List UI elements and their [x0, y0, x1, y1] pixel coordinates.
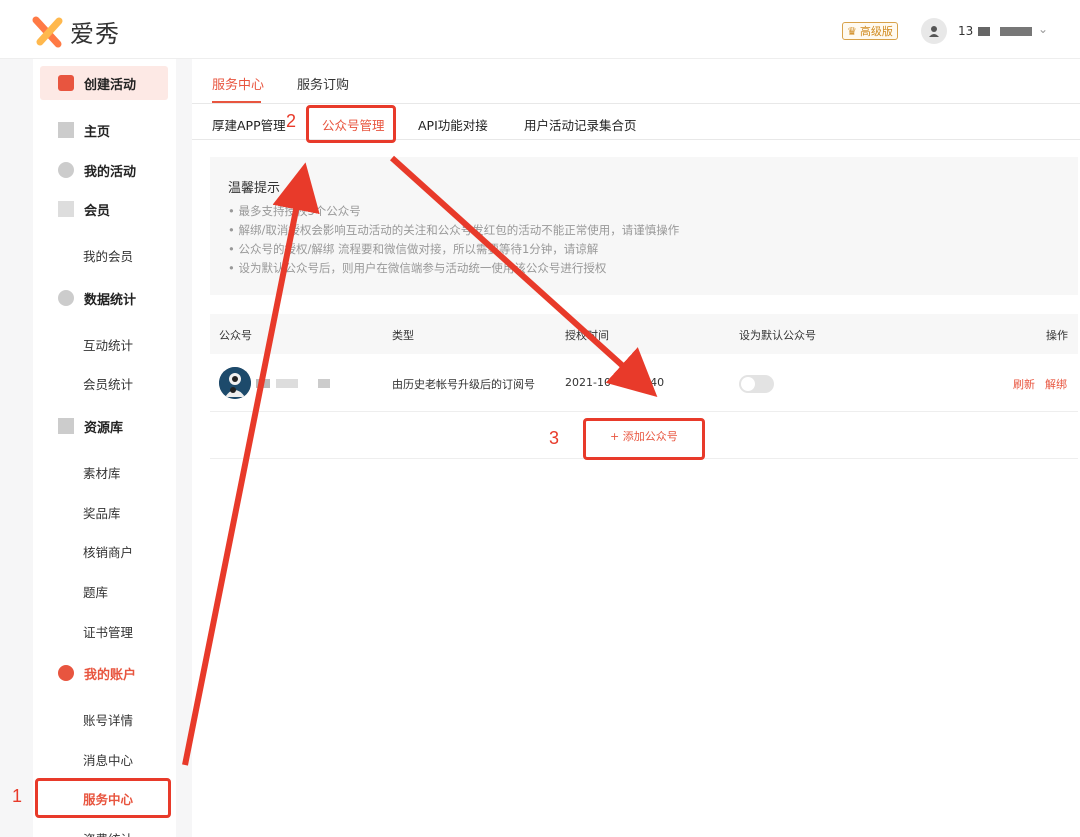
tip-panel: 温馨提示 • 最多支持授权5个公众号 • 解绑/取消授权会影响互动活动的关注和公… — [210, 157, 1078, 295]
sidebar-item-my-members[interactable]: 我的会员 — [83, 246, 133, 265]
toggle-knob — [741, 377, 755, 391]
logo-text: 爱秀 — [70, 20, 120, 48]
col-type: 类型 — [392, 329, 414, 342]
tip-line: • 解绑/取消授权会影响互动活动的关注和公众号发红包的活动不能正常使用，请谨慎操… — [228, 223, 680, 237]
col-default: 设为默认公众号 — [739, 329, 816, 342]
tab-api[interactable]: API功能对接 — [418, 115, 488, 134]
table-header: 公众号 类型 授权时间 设为默认公众号 操作 — [210, 314, 1078, 354]
crown-icon: ♛ — [847, 24, 857, 38]
tab-service-order[interactable]: 服务订购 — [297, 74, 349, 93]
tab-service-center[interactable]: 服务中心 — [212, 74, 264, 93]
annotation-number: 2 — [286, 111, 297, 131]
sidebar-item-interaction-stats[interactable]: 互动统计 — [83, 335, 133, 354]
redaction-mask — [1000, 27, 1032, 36]
sidebar-item-account-details[interactable]: 账号详情 — [83, 710, 133, 729]
sidebar-item-resources[interactable]: 资源库 — [40, 409, 168, 443]
sidebar-item-label: 我的账户 — [84, 667, 137, 683]
redaction-mask — [318, 379, 330, 388]
annotation-box-1 — [35, 778, 171, 818]
default-account-toggle[interactable] — [739, 375, 774, 393]
member-icon — [58, 201, 74, 217]
sidebar-item-home[interactable]: 主页 — [40, 113, 168, 147]
auth-time: 2021-10-08 11:40 — [565, 376, 665, 389]
col-account: 公众号 — [219, 329, 252, 342]
sidebar-item-messages[interactable]: 消息中心 — [83, 750, 133, 769]
sidebar-item-label: 会员 — [84, 203, 111, 219]
sidebar-item-my-activity[interactable]: 我的活动 — [40, 153, 168, 187]
sidebar-item-label: 数据统计 — [84, 292, 137, 308]
user-avatar-icon[interactable] — [921, 18, 947, 44]
chevron-down-icon[interactable]: ⌄ — [1038, 22, 1048, 36]
sidebar-item-certificates[interactable]: 证书管理 — [83, 622, 133, 641]
create-icon — [58, 75, 74, 91]
col-actions: 操作 — [1046, 329, 1068, 342]
sidebar: 创建活动 主页 我的活动 会员 我的会员 数据统计 互动统计 会员统计 资源库 … — [33, 59, 176, 837]
sidebar-item-prizes[interactable]: 奖品库 — [83, 503, 121, 522]
top-header: 爱秀 ♛ 高级版 13 ⌄ — [0, 0, 1080, 59]
pie-chart-icon — [58, 290, 74, 306]
redaction-mask — [256, 379, 270, 388]
annotation-number: 3 — [549, 428, 560, 448]
account-type: 由历史老帐号升级后的订阅号 — [392, 378, 535, 391]
col-time: 授权时间 — [565, 329, 609, 342]
premium-badge[interactable]: ♛ 高级版 — [842, 22, 898, 40]
building-icon — [58, 122, 74, 138]
redaction-mask — [978, 27, 990, 36]
sidebar-item-label: 主页 — [84, 124, 111, 140]
sidebar-item-my-account[interactable]: 我的账户 — [40, 656, 168, 690]
redaction-mask — [276, 379, 298, 388]
account-icon — [58, 665, 74, 681]
annotation-number: 1 — [12, 786, 23, 806]
tip-line: • 设为默认公众号后，则用户在微信端参与活动统一使用该公众号进行授权 — [228, 261, 607, 275]
sidebar-item-questions[interactable]: 题库 — [83, 582, 108, 601]
logo[interactable]: 爱秀 — [32, 14, 120, 49]
sidebar-item-materials[interactable]: 素材库 — [83, 463, 121, 482]
tip-line: • 最多支持授权5个公众号 — [228, 204, 361, 218]
annotation-box-3 — [583, 418, 705, 460]
unbind-link[interactable]: 解绑 — [1045, 376, 1067, 392]
activity-icon — [58, 162, 74, 178]
tab-user-records[interactable]: 用户活动记录集合页 — [524, 115, 637, 134]
sidebar-item-merchants[interactable]: 核销商户 — [83, 542, 133, 561]
sidebar-item-billing[interactable]: 资费统计 — [83, 829, 133, 837]
sidebar-item-label: 资源库 — [84, 420, 124, 436]
table-row: 由历史老帐号升级后的订阅号 2021-10-08 11:40 刷新 解绑 — [210, 354, 1078, 412]
logo-x-icon — [32, 16, 64, 48]
create-activity-button[interactable]: 创建活动 — [40, 66, 168, 100]
user-name[interactable]: 13 — [958, 24, 973, 38]
tip-title: 温馨提示 — [228, 181, 281, 196]
top-tabs: 服务中心 服务订购 — [192, 59, 1080, 104]
sidebar-item-statistics[interactable]: 数据统计 — [40, 281, 168, 315]
tip-line: • 公众号的授权/解绑 流程要和微信做对接，所以需要等待1分钟，请谅解 — [228, 242, 599, 256]
tab-app-management[interactable]: 厚建APP管理 — [212, 115, 286, 134]
sidebar-item-member-stats[interactable]: 会员统计 — [83, 374, 133, 393]
library-icon — [58, 418, 74, 434]
account-avatar — [219, 367, 251, 399]
sidebar-item-label: 创建活动 — [84, 77, 137, 93]
refresh-link[interactable]: 刷新 — [1013, 376, 1035, 392]
annotation-box-2 — [306, 105, 396, 143]
sidebar-item-label: 我的活动 — [84, 164, 137, 180]
sidebar-item-member[interactable]: 会员 — [40, 192, 168, 226]
badge-label: 高级版 — [859, 25, 893, 38]
active-tab-indicator — [212, 101, 261, 103]
